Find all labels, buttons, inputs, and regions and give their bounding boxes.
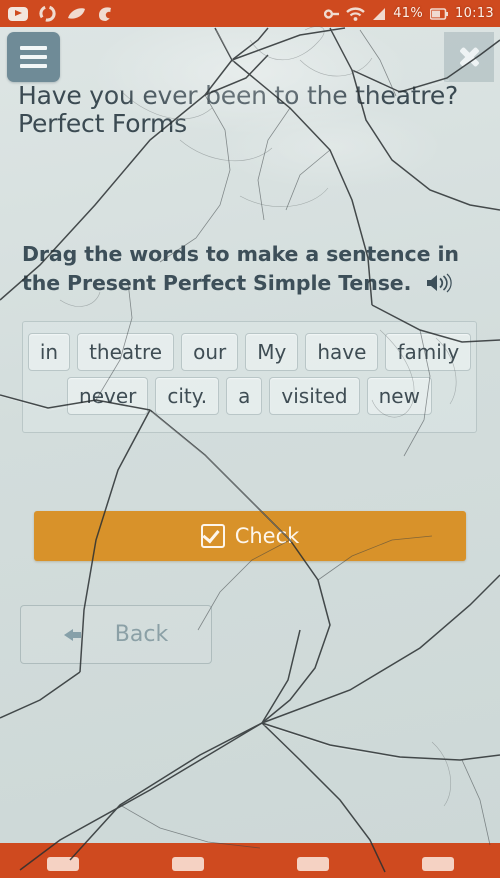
battery-percent: 41% [393,6,424,21]
app-header [0,27,500,89]
exercise-instruction: Drag the words to make a sentence in the… [22,240,482,301]
word-tile[interactable]: new [366,377,432,415]
vpn-key-icon [324,8,340,19]
close-glyph [457,45,481,69]
check-button-label: Check [234,524,300,548]
word-tile[interactable]: family [385,333,472,371]
word-tile[interactable]: never [67,377,149,415]
speaker-icon[interactable] [426,272,453,301]
page-title-line1: Have you ever been to the theatre? [18,81,459,110]
menu-line [20,64,47,68]
signal-bars-icon [373,7,386,20]
status-bar-left-icons [8,0,115,27]
word-tile[interactable]: visited [269,377,360,415]
close-x-icon[interactable] [444,32,494,82]
word-tile[interactable]: city. [155,377,220,415]
word-tile[interactable]: theatre [77,333,175,371]
app-badge-icon [99,6,113,21]
phone-screenshot: 41% 10:13 Have you ever been to the thea… [0,0,500,878]
system-nav-bar [0,843,500,878]
nav-keys [0,857,500,871]
menu-line [20,55,47,59]
word-bank[interactable]: in theatre our My have family never city… [22,321,477,433]
back-button[interactable]: Back [20,605,212,664]
menu-line [20,46,47,50]
word-tile[interactable]: our [181,333,239,371]
status-bar-right-icons: 41% 10:13 [324,0,494,27]
word-tile[interactable]: My [245,333,299,371]
battery-icon [430,7,449,20]
word-row: never city. a visited new [29,374,470,418]
youtube-play-icon [8,6,28,21]
word-tile[interactable]: in [27,333,71,371]
word-tile[interactable]: a [226,377,263,415]
arrow-left-icon [63,628,81,642]
sync-circle-icon [39,5,56,22]
app-content: Have you ever been to the theatre? Perfe… [0,27,500,843]
wifi-icon [346,6,366,21]
check-button[interactable]: Check [34,511,466,561]
checkbox-checked-icon [200,524,225,548]
clock-time: 10:13 [455,6,494,21]
page-title: Have you ever been to the theatre? Perfe… [18,82,488,138]
page-title-line2: Perfect Forms [18,109,187,138]
hamburger-menu-icon[interactable] [7,32,60,82]
recents-nav-key[interactable] [296,857,329,871]
extra-nav-key[interactable] [421,857,454,871]
leaf-icon [68,7,85,19]
status-bar: 41% 10:13 [0,0,500,27]
instruction-text: Drag the words to make a sentence in the… [22,242,459,296]
back-button-label: Back [114,622,169,647]
back-nav-key[interactable] [46,857,79,871]
home-nav-key[interactable] [171,857,204,871]
word-row: in theatre our My have family [27,330,472,374]
word-tile[interactable]: have [305,333,379,371]
